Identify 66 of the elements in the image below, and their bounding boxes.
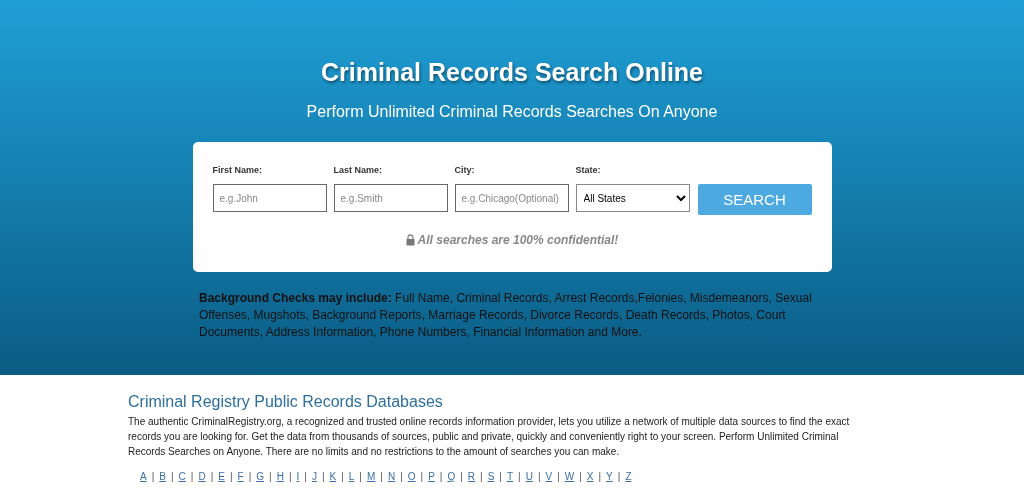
letter-link[interactable]: S: [487, 471, 495, 482]
separator: |: [341, 471, 344, 482]
section-text: The authentic CriminalRegistry.org, a recognized and trusted online records information provider, lets you utilize a network of multiple data sources to find the exact records you are looking for. Get the data from thousands of sources, public and private, quickly and conveniently right to your screen. Perform Unlimited Criminal Records Searches on Anyone. There are no limits and no restrictions to the amount of searches you can make.: [128, 415, 851, 459]
includes-text: Background Checks may include: Full Name, Criminal Records, Arrest Records,Felonies, Misdemeanors, Sexual Offenses, Mugshots, Background Reports, Marriage Records, Divorce Records, Death Records, Photos, Court Documents, Address Information, Phone Numbers, Financial Information and More.: [199, 290, 813, 341]
separator: |: [579, 471, 582, 482]
letter-link[interactable]: V: [545, 471, 553, 482]
letter-link[interactable]: W: [564, 471, 575, 482]
separator: |: [359, 471, 362, 482]
separator: |: [321, 471, 325, 482]
separator: |: [304, 471, 307, 482]
letter-link[interactable]: F: [237, 471, 244, 482]
field-label: City:: [454, 165, 476, 175]
separator: |: [537, 471, 541, 482]
letter-link[interactable]: K: [329, 471, 337, 482]
letter-link[interactable]: Q: [447, 471, 456, 482]
input-field[interactable]: e.g.Chicago(Optional): [454, 184, 569, 212]
page-subtitle: Perform Unlimited Criminal Records Searches On Anyone: [306, 103, 718, 121]
lock-icon: [405, 234, 415, 246]
confidential-note: All searches are 100% confidential!: [417, 233, 619, 247]
field-label: Last Name:: [333, 165, 383, 175]
separator: |: [617, 471, 621, 482]
separator: |: [248, 471, 252, 482]
separator: |: [210, 471, 214, 482]
section-heading: Criminal Registry Public Records Databases: [128, 393, 444, 411]
letter-link[interactable]: Z: [625, 471, 632, 482]
letter-link[interactable]: D: [198, 471, 206, 482]
letter-link[interactable]: P: [428, 471, 435, 482]
letter-link[interactable]: U: [525, 471, 533, 482]
input-field[interactable]: e.g.Smith: [333, 184, 448, 212]
letter-link[interactable]: N: [387, 471, 396, 482]
separator: |: [499, 471, 502, 482]
separator: |: [518, 471, 521, 482]
field-label: First Name:: [212, 165, 263, 175]
separator: |: [380, 471, 383, 482]
letter-link[interactable]: R: [467, 471, 476, 482]
letter-link[interactable]: O: [407, 471, 416, 482]
separator: |: [170, 471, 174, 482]
letter-link[interactable]: M: [366, 471, 376, 482]
separator: |: [480, 471, 483, 482]
letter-link[interactable]: J: [311, 471, 317, 482]
separator: |: [288, 471, 292, 482]
separator: |: [420, 471, 424, 482]
letter-link[interactable]: Y: [606, 471, 613, 482]
letter-link[interactable]: B: [159, 471, 166, 482]
state-select[interactable]: All States: [575, 184, 690, 212]
field-label: State:: [575, 165, 602, 175]
separator: |: [439, 471, 443, 482]
separator: |: [557, 471, 560, 482]
letter-link[interactable]: T: [506, 471, 514, 482]
letter-link[interactable]: A: [140, 471, 147, 482]
letter-link[interactable]: E: [218, 471, 225, 482]
letter-link[interactable]: C: [178, 471, 186, 482]
input-field[interactable]: e.g.John: [212, 184, 327, 212]
separator: |: [460, 471, 463, 482]
separator: |: [269, 471, 272, 482]
letter-link[interactable]: L: [348, 471, 355, 482]
separator: |: [598, 471, 602, 482]
letter-link[interactable]: I: [296, 471, 300, 482]
letter-link[interactable]: H: [276, 471, 284, 482]
page-title: Criminal Records Search Online: [320, 58, 704, 87]
separator: |: [151, 471, 155, 482]
separator: |: [229, 471, 233, 482]
letter-link[interactable]: X: [586, 471, 594, 482]
letter-link[interactable]: G: [256, 471, 265, 482]
separator: |: [400, 471, 403, 482]
separator: |: [190, 471, 194, 482]
